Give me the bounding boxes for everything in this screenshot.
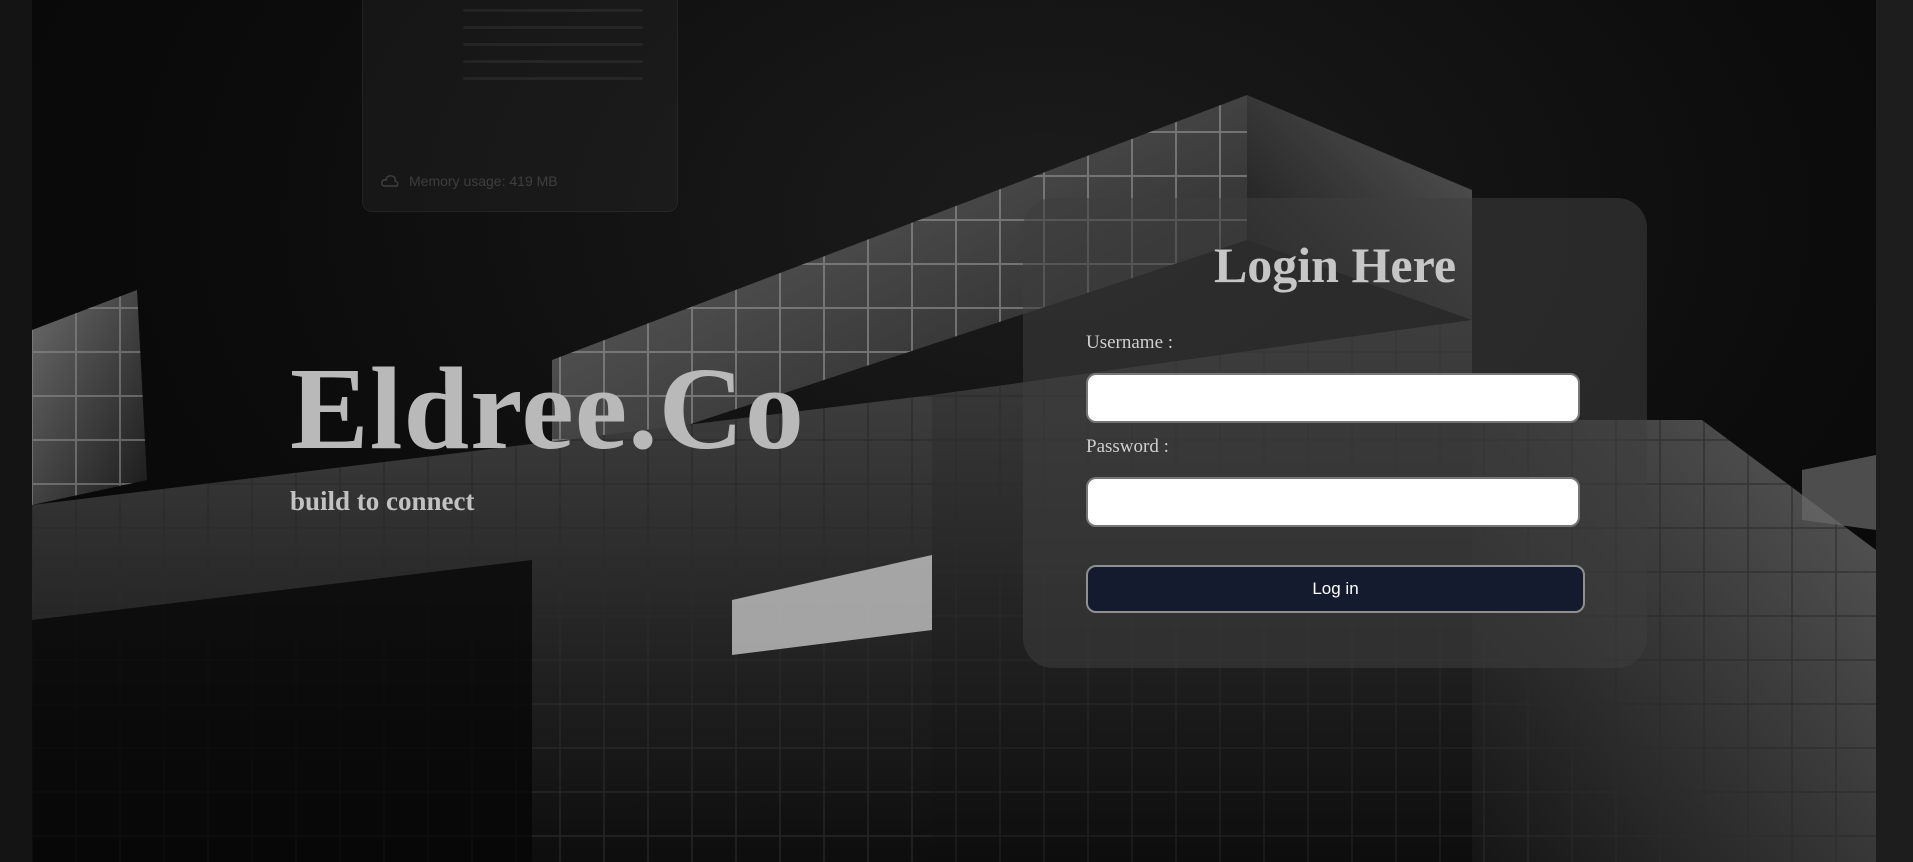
username-input[interactable] (1086, 373, 1580, 423)
memory-usage-overlay: Memory usage: 419 MB (381, 173, 558, 189)
password-label: Password : (1086, 436, 1169, 457)
brand-block: Eldree.Co build to connect (290, 350, 805, 517)
username-label: Username : (1086, 332, 1174, 353)
password-input[interactable] (1086, 477, 1580, 527)
brand-tagline: build to connect (290, 486, 475, 516)
memory-usage-text: Memory usage: 419 MB (409, 173, 558, 189)
login-title: Login Here (1213, 237, 1457, 293)
brand-name: Eldree.Co (290, 343, 805, 474)
login-card: Login Here Username : Password : Log in (1023, 198, 1647, 668)
cloud-icon (381, 175, 399, 187)
background-overlay-panel: Memory usage: 419 MB (362, 0, 678, 212)
login-button[interactable]: Log in (1086, 565, 1585, 613)
right-edge-strip (1876, 0, 1913, 862)
